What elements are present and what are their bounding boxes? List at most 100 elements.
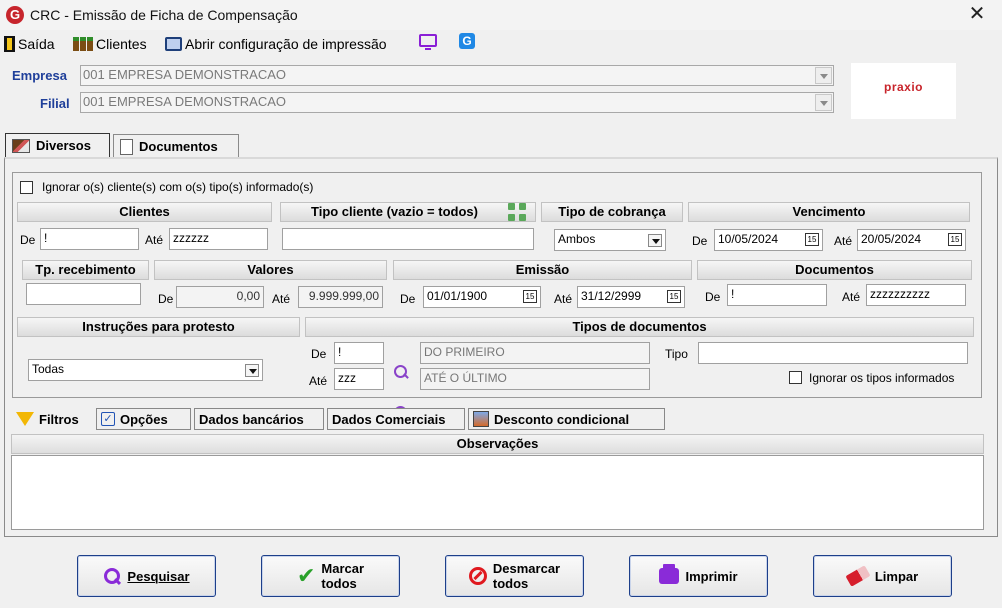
valores-de-input[interactable]: 0,00	[176, 286, 264, 308]
tipos-ate-label: Até	[309, 374, 328, 388]
clientes-de-input[interactable]: !	[40, 228, 139, 250]
print-config-label: Abrir configuração de impressão	[185, 36, 387, 52]
tab-desconto-condicional[interactable]: Desconto condicional	[468, 408, 665, 430]
instrucoes-select[interactable]: Todas	[28, 359, 263, 381]
tab-diversos[interactable]: Diversos	[5, 133, 110, 157]
tipos-de-desc: DO PRIMEIRO	[420, 342, 650, 364]
valores-de-label: De	[158, 292, 174, 306]
discount-icon	[473, 411, 489, 427]
exit-label: Saída	[18, 36, 55, 52]
marcar-label: Marcar todos	[321, 561, 364, 591]
tab-dados-comerciais[interactable]: Dados Comerciais	[327, 408, 465, 430]
vencimento-de-label: De	[692, 234, 708, 248]
blue-g-icon[interactable]: G	[459, 33, 475, 49]
tipo-cobranca-select[interactable]: Ambos	[554, 229, 666, 251]
exit-button[interactable]: Saída	[4, 34, 55, 54]
empresa-value: 001 EMPRESA DEMONSTRACAO	[83, 67, 286, 82]
tab-label: Filtros	[39, 411, 79, 427]
search-icon	[103, 567, 121, 585]
filial-select[interactable]: 001 EMPRESA DEMONSTRACAO	[80, 92, 834, 113]
ignore-types-label: Ignorar os tipos informados	[809, 371, 955, 385]
check-icon: ✔	[296, 563, 316, 588]
eraser-icon	[845, 565, 871, 587]
chevron-down-icon[interactable]	[245, 364, 259, 377]
ignore-types-checkbox[interactable]	[789, 371, 802, 384]
tab-documentos[interactable]: Documentos	[113, 134, 239, 158]
vencimento-de-value: 10/05/2024	[718, 232, 779, 246]
clientes-ate-input[interactable]: zzzzzz	[169, 228, 268, 250]
tipo-cobranca-header: Tipo de cobrança	[541, 202, 683, 222]
prohibited-icon	[468, 567, 487, 585]
chevron-down-icon[interactable]	[815, 67, 832, 84]
filial-label: Filial	[40, 96, 70, 111]
logo-text: praxio	[883, 80, 923, 94]
instrucoes-header: Instruções para protesto	[17, 317, 300, 337]
tipo-cliente-header: Tipo cliente (vazio = todos)	[280, 202, 536, 222]
documentos-de-input[interactable]: !	[727, 284, 827, 306]
valores-header: Valores	[154, 260, 387, 280]
vencimento-de-input[interactable]: 10/05/2024 15	[714, 229, 823, 251]
pencil-icon	[12, 138, 30, 153]
tipos-documentos-header: Tipos de documentos	[305, 317, 974, 337]
tipos-de-input[interactable]: !	[334, 342, 384, 364]
clients-button[interactable]: Clientes	[73, 34, 147, 54]
clientes-header: Clientes	[17, 202, 272, 222]
tab-label: Documentos	[139, 139, 218, 154]
observacoes-header: Observações	[11, 434, 984, 454]
documentos-de-label: De	[705, 290, 721, 304]
tipo-cliente-lookup-icon[interactable]	[508, 203, 527, 222]
valores-ate-input[interactable]: 9.999.999,00	[298, 286, 383, 308]
tipo-cliente-input[interactable]	[282, 228, 534, 250]
vencimento-ate-label: Até	[834, 234, 853, 248]
tipos-ate-input[interactable]: zzz	[334, 368, 384, 390]
company-logo: praxio	[851, 63, 956, 119]
tipos-ate-desc: ATÉ O ÚLTIMO	[420, 368, 650, 390]
tipos-de-label: De	[311, 347, 327, 361]
tab-label: Opções	[120, 411, 168, 427]
emissao-ate-label: Até	[554, 292, 573, 306]
tp-recebimento-input[interactable]	[26, 283, 141, 305]
desmarcar-todos-button[interactable]: Desmarcar todos	[445, 555, 584, 597]
observacoes-textarea[interactable]	[11, 455, 984, 530]
tipo-label: Tipo	[665, 347, 688, 361]
imprimir-button[interactable]: Imprimir	[629, 555, 768, 597]
search-icon[interactable]	[393, 364, 408, 379]
desmarcar-label: Desmarcar todos	[493, 561, 560, 591]
emissao-de-label: De	[400, 292, 416, 306]
marcar-todos-button[interactable]: ✔ Marcar todos	[261, 555, 400, 597]
monitor-icon[interactable]	[419, 34, 437, 50]
emissao-de-input[interactable]: 01/01/1900 15	[423, 286, 541, 308]
calendar-icon[interactable]: 15	[523, 290, 537, 303]
tab-opcoes[interactable]: ✓ Opções	[96, 408, 191, 430]
empresa-select[interactable]: 001 EMPRESA DEMONSTRACAO	[80, 65, 834, 86]
print-config-button[interactable]: Abrir configuração de impressão	[165, 34, 387, 54]
marcar-line2: todos	[321, 576, 357, 591]
tab-dados-bancarios[interactable]: Dados bancários	[194, 408, 324, 430]
tab-label: Dados bancários	[199, 411, 304, 427]
close-icon[interactable]: ✕	[965, 3, 989, 27]
clients-icon	[73, 37, 93, 51]
tp-recebimento-header: Tp. recebimento	[22, 260, 149, 280]
chevron-down-icon[interactable]	[815, 94, 832, 111]
calendar-icon[interactable]: 15	[805, 233, 819, 246]
documentos-ate-input[interactable]: zzzzzzzzzz	[866, 284, 966, 306]
vencimento-ate-input[interactable]: 20/05/2024 15	[857, 229, 966, 251]
emissao-ate-input[interactable]: 31/12/2999 15	[577, 286, 685, 308]
tab-label: Desconto condicional	[494, 411, 630, 427]
emissao-header: Emissão	[393, 260, 692, 280]
clientes-de-label: De	[20, 233, 36, 247]
calendar-icon[interactable]: 15	[948, 233, 962, 246]
tab-filtros[interactable]: Filtros	[12, 408, 92, 430]
pesquisar-button[interactable]: Pesquisar	[77, 555, 216, 597]
ignore-clients-checkbox[interactable]	[20, 181, 33, 194]
chevron-down-icon[interactable]	[648, 234, 662, 247]
desmarcar-line2: todos	[492, 576, 529, 591]
imprimir-label: Imprimir	[685, 568, 738, 584]
window-title: CRC - Emissão de Ficha de Compensação	[30, 7, 298, 23]
limpar-button[interactable]: Limpar	[813, 555, 952, 597]
tipo-input[interactable]	[698, 342, 968, 364]
desmarcar-line1: Desmarcar	[492, 561, 561, 576]
calendar-icon[interactable]: 15	[667, 290, 681, 303]
pesquisar-label: Pesquisar	[127, 568, 190, 584]
document-icon	[120, 138, 133, 155]
